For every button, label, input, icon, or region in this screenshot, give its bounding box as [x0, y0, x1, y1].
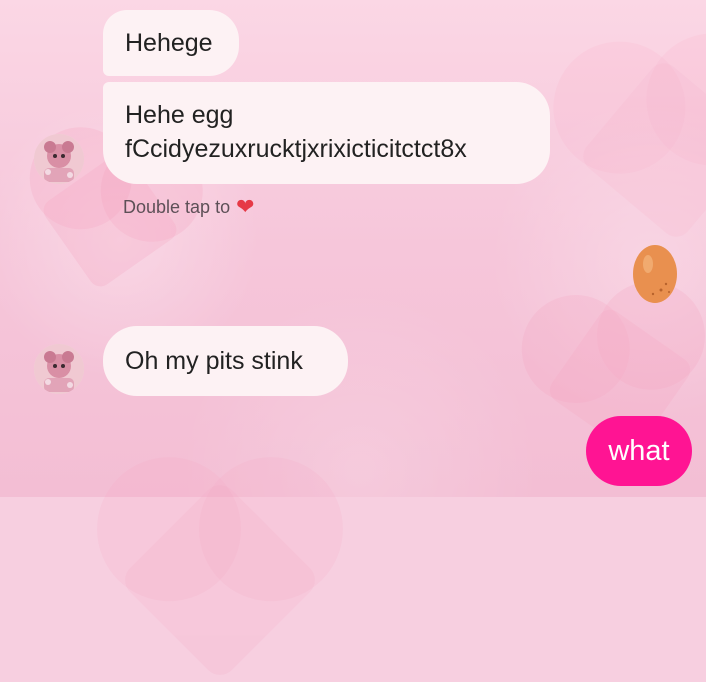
received-message-bubble[interactable]: Hehege — [103, 10, 239, 76]
message-text: Oh my pits stink — [125, 347, 303, 375]
message-text-line: Hehe egg — [125, 101, 234, 129]
sender-avatar[interactable] — [34, 344, 84, 394]
message-text: Hehege — [125, 29, 213, 57]
background-heart-decoration — [577, 57, 706, 243]
message-text-line: fCcidyezuxrucktjxrixicticitctct8x — [125, 135, 467, 163]
avatar-image — [34, 344, 84, 394]
avatar-image — [34, 134, 84, 184]
received-message-bubble[interactable]: Oh my pits stink — [103, 326, 348, 396]
double-tap-hint: Double tap to ❤ — [123, 196, 255, 218]
background-heart-decoration — [118, 478, 322, 682]
message-text: what — [608, 434, 670, 467]
sent-message-bubble[interactable]: what — [586, 416, 692, 486]
hint-text: Double tap to — [123, 196, 231, 217]
received-message-bubble[interactable]: Hehe egg fCcidyezuxrucktjxrixicticitctct… — [103, 82, 550, 184]
heart-icon[interactable]: ❤ — [236, 196, 254, 218]
egg-icon[interactable] — [631, 242, 679, 304]
sender-avatar[interactable] — [34, 134, 84, 184]
